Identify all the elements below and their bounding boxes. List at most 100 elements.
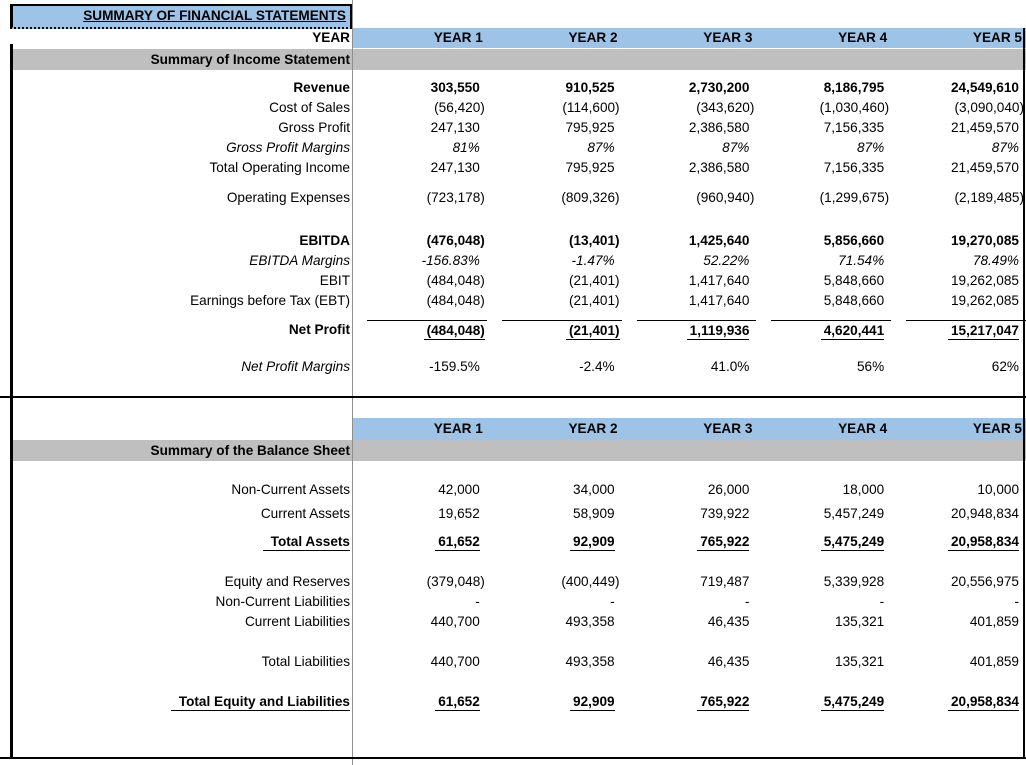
value-cell[interactable]: 739,922 [622,504,757,524]
value-cell[interactable]: 5,339,928 [756,572,891,592]
value-cell[interactable]: 34,000 [487,480,622,500]
year-header-cell[interactable]: YEAR 5 [891,28,1026,48]
value-cell[interactable]: 5,475,249 [756,692,891,712]
year-header-cell[interactable]: YEAR 2 [487,28,622,48]
value-cell[interactable]: (484,048) [367,320,487,341]
value-cell[interactable]: 2,730,200 [622,78,757,98]
row-label-cell[interactable]: Net Profit Margins [10,357,352,377]
value-cell[interactable]: 10,000 [891,480,1026,500]
value-cell[interactable]: 247,130 [352,158,487,178]
value-cell[interactable]: 5,457,249 [756,504,891,524]
value-cell[interactable]: (723,178) [352,188,487,208]
row-label-cell[interactable]: EBITDA Margins [10,251,352,271]
row-label-cell[interactable]: EBITDA [10,231,352,251]
row-label-cell[interactable]: Total Operating Income [10,158,352,178]
value-cell[interactable]: 87% [891,138,1026,158]
row-label-cell[interactable]: Non-Current Liabilities [10,592,352,612]
value-cell[interactable]: 21,459,570 [891,118,1026,138]
value-cell[interactable]: 92,909 [487,692,622,712]
row-label-cell[interactable]: Equity and Reserves [10,572,352,592]
value-cell[interactable]: 62% [891,357,1026,377]
value-cell[interactable]: 2,386,580 [622,118,757,138]
value-cell[interactable]: 493,358 [487,612,622,632]
value-cell[interactable]: 41.0% [622,357,757,377]
value-cell[interactable]: 87% [622,138,757,158]
year-header-cell[interactable]: YEAR 2 [487,418,622,440]
value-cell[interactable]: 19,262,085 [891,271,1026,291]
value-cell[interactable]: 440,700 [352,652,487,672]
value-cell[interactable]: 135,321 [756,652,891,672]
value-cell[interactable]: 26,000 [622,480,757,500]
value-cell[interactable]: (400,449) [487,572,622,592]
value-cell[interactable]: 24,549,610 [891,78,1026,98]
value-cell[interactable]: 87% [756,138,891,158]
value-cell[interactable]: (3,090,040) [891,98,1026,118]
year-header-cell[interactable]: YEAR 3 [622,28,757,48]
value-cell[interactable]: 18,000 [756,480,891,500]
year-header-cell[interactable]: YEAR 1 [352,28,487,48]
value-cell[interactable]: 765,922 [622,532,757,552]
value-cell[interactable]: 2,386,580 [622,158,757,178]
value-cell[interactable]: (379,048) [352,572,487,592]
value-cell[interactable]: 1,417,640 [622,291,757,311]
value-cell[interactable]: 303,550 [352,78,487,98]
row-label-cell[interactable]: Net Profit [10,320,352,341]
value-cell[interactable]: (114,600) [487,98,622,118]
value-cell[interactable]: 81% [352,138,487,158]
value-cell[interactable]: 19,652 [352,504,487,524]
value-cell[interactable]: -159.5% [352,357,487,377]
value-cell[interactable]: -156.83% [352,251,487,271]
row-label-cell[interactable]: Current Assets [10,504,352,524]
value-cell[interactable]: (21,401) [502,320,622,341]
value-cell[interactable]: 46,435 [622,652,757,672]
value-cell[interactable]: 87% [487,138,622,158]
value-cell[interactable]: 92,909 [487,532,622,552]
value-cell[interactable]: 78.49% [891,251,1026,271]
value-cell[interactable]: 135,321 [756,612,891,632]
row-label-cell[interactable]: Gross Profit Margins [10,138,352,158]
row-label-cell[interactable]: Operating Expenses [10,188,352,208]
year-header-cell[interactable]: YEAR 5 [891,418,1026,440]
value-cell[interactable]: (21,401) [487,291,622,311]
value-cell[interactable]: (809,326) [487,188,622,208]
value-cell[interactable]: 15,217,047 [906,320,1026,341]
value-cell[interactable]: (21,401) [487,271,622,291]
row-label-cell[interactable]: Total Liabilities [10,652,352,672]
year-header-cell[interactable]: YEAR 4 [756,418,891,440]
value-cell[interactable]: 20,556,975 [891,572,1026,592]
value-cell[interactable]: 46,435 [622,612,757,632]
year-header-cell[interactable]: YEAR 3 [622,418,757,440]
value-cell[interactable]: 20,948,834 [891,504,1026,524]
value-cell[interactable]: 20,958,834 [891,692,1026,712]
value-cell[interactable]: 8,186,795 [756,78,891,98]
value-cell[interactable]: 52.22% [622,251,757,271]
value-cell[interactable]: 7,156,335 [756,118,891,138]
value-cell[interactable]: 5,848,660 [756,271,891,291]
value-cell[interactable]: - [622,592,757,612]
value-cell[interactable]: 719,487 [622,572,757,592]
row-label-cell[interactable]: Current Liabilities [10,612,352,632]
value-cell[interactable]: -2.4% [487,357,622,377]
value-cell[interactable]: 440,700 [352,612,487,632]
value-cell[interactable]: 1,425,640 [622,231,757,251]
row-label-cell[interactable]: Total Equity and Liabilities [10,692,352,712]
value-cell[interactable]: 1,417,640 [622,271,757,291]
value-cell[interactable]: 401,859 [891,652,1026,672]
row-label-cell[interactable]: EBIT [10,271,352,291]
value-cell[interactable]: (1,299,675) [756,188,891,208]
row-label-cell[interactable]: Earnings before Tax (EBT) [10,291,352,311]
value-cell[interactable]: 58,909 [487,504,622,524]
value-cell[interactable]: 61,652 [352,532,487,552]
value-cell[interactable]: (476,048) [352,231,487,251]
value-cell[interactable]: (484,048) [352,291,487,311]
value-cell[interactable]: (56,420) [352,98,487,118]
value-cell[interactable]: (2,189,485) [891,188,1026,208]
value-cell[interactable]: 19,262,085 [891,291,1026,311]
row-label-cell[interactable]: Gross Profit [10,118,352,138]
row-label-cell[interactable]: Non-Current Assets [10,480,352,500]
value-cell[interactable]: (960,940) [622,188,757,208]
value-cell[interactable]: 795,925 [487,158,622,178]
section-band-balance-sheet[interactable]: Summary of the Balance Sheet [10,440,1026,461]
value-cell[interactable]: 765,922 [622,692,757,712]
row-label-cell[interactable]: Cost of Sales [10,98,352,118]
